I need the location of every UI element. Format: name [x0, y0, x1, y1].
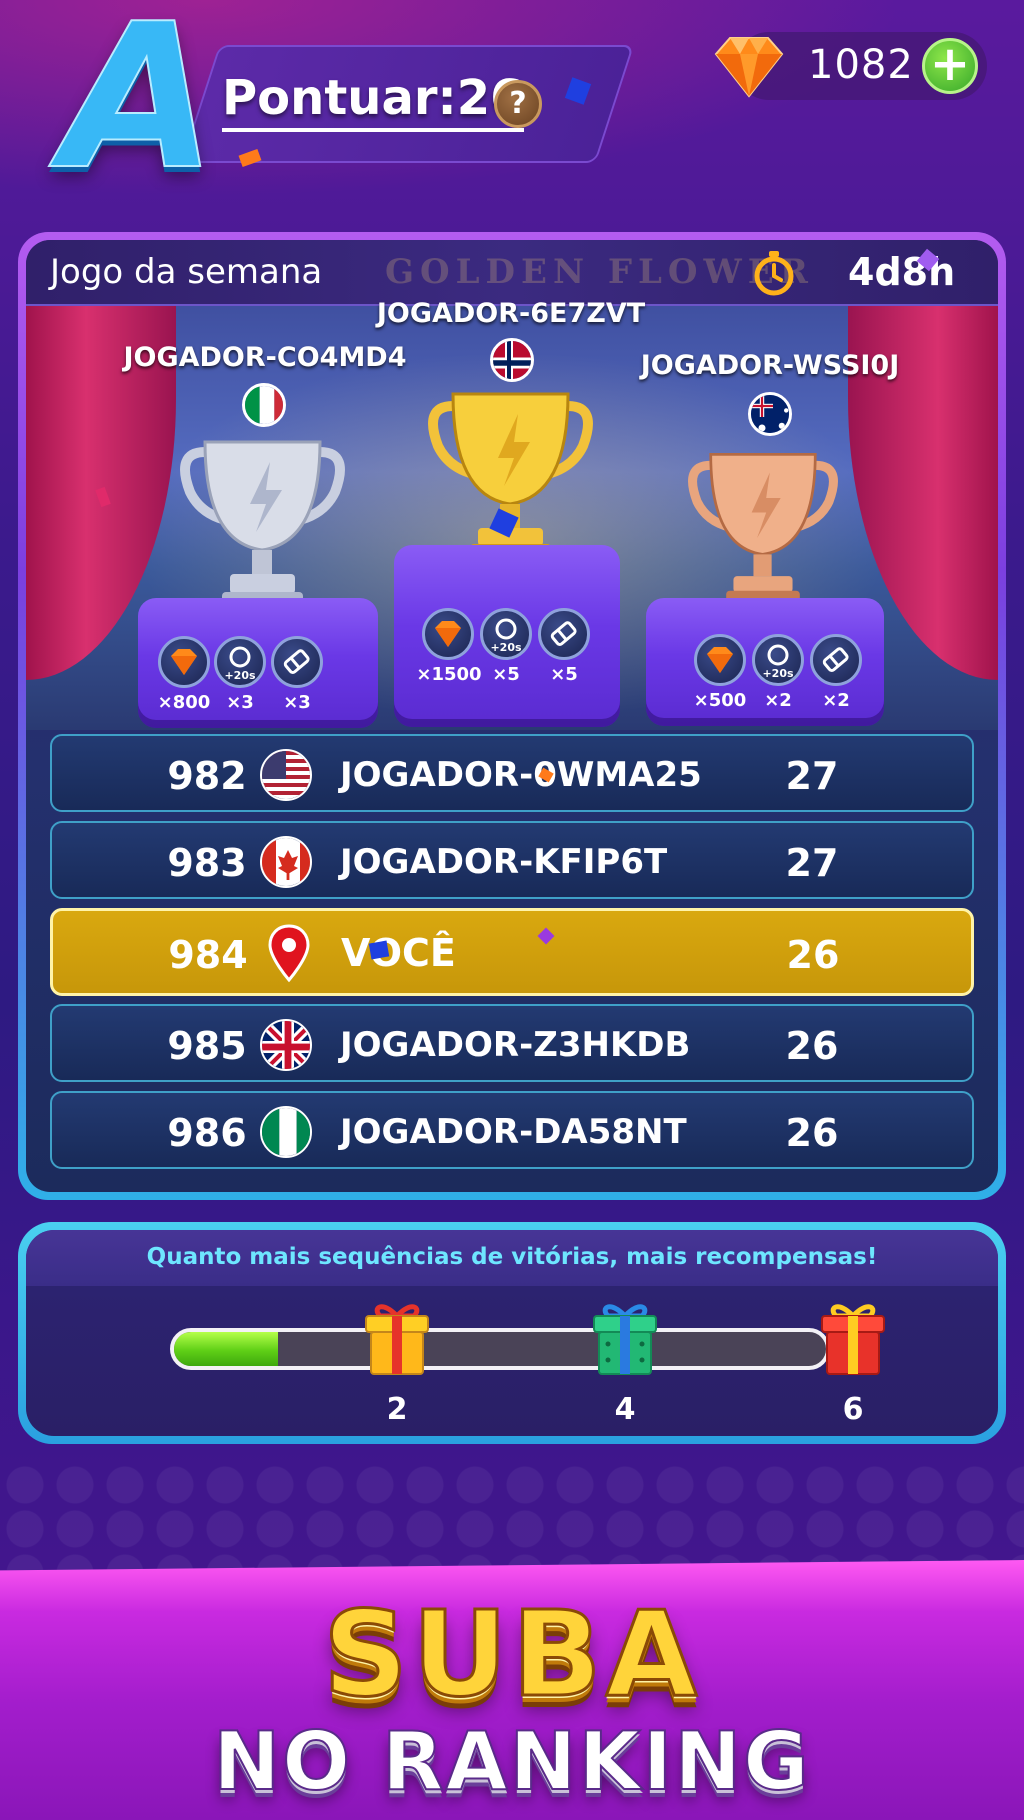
row-score: 27: [785, 841, 839, 885]
row-rank: 985: [167, 1024, 247, 1068]
italy-flag-icon: [242, 383, 286, 427]
reward-time-first: ×5: [492, 664, 520, 685]
row-score: 27: [785, 754, 839, 798]
eraser-icon: [810, 634, 862, 686]
table-row[interactable]: 982 JOGADOR-0WMA25 27: [50, 734, 974, 812]
reward-gems-second: ×800: [157, 692, 211, 713]
milestone-label: 2: [386, 1392, 408, 1427]
event-watermark: GOLDEN FLOWER: [385, 252, 814, 292]
gold-trophy-icon: [428, 392, 593, 560]
row-rank: 986: [167, 1111, 247, 1155]
reward-eraser-second: ×3: [283, 692, 311, 713]
table-row-current-user[interactable]: 984 VOCÊ 26: [50, 908, 974, 996]
nigeria-flag-icon: [260, 1106, 312, 1158]
timer-plus-20s-icon: +20s: [480, 608, 532, 660]
stopwatch-icon: [754, 251, 794, 296]
gift-green-icon[interactable]: [590, 1298, 660, 1378]
row-rank: 983: [167, 841, 247, 885]
reward-time-second: ×3: [226, 692, 254, 713]
banner-line-2: NO RANKING: [212, 1714, 811, 1809]
milestone-label: 6: [842, 1392, 864, 1427]
timer-plus-20s-icon: +20s: [214, 636, 266, 688]
gift-yellow-icon[interactable]: [362, 1298, 432, 1378]
row-rank: 982: [167, 754, 247, 798]
gem-icon: [714, 37, 784, 98]
question-icon[interactable]: ?: [494, 80, 542, 128]
reward-gems-third: ×500: [693, 690, 747, 711]
gift-red-icon[interactable]: [818, 1298, 888, 1378]
timer-bonus-label: +20s: [490, 641, 522, 654]
gem-icon: [694, 634, 746, 686]
plus-icon[interactable]: +: [922, 38, 978, 94]
row-player-name: JOGADOR-DA58NT: [340, 1112, 687, 1152]
table-row[interactable]: 983 JOGADOR-KFIP6T 27: [50, 821, 974, 899]
time-left: 4d8h: [848, 250, 956, 294]
podium-first-name: JOGADOR-6E7ZVT: [376, 298, 646, 329]
podium-third-name: JOGADOR-WSSI0J: [640, 350, 900, 381]
weekly-title: Jogo da semana: [50, 252, 323, 292]
bronze-trophy-icon: [688, 453, 838, 606]
row-player-name: JOGADOR-0WMA25: [340, 755, 702, 795]
row-player-name: JOGADOR-Z3HKDB: [340, 1025, 691, 1065]
gem-icon: [422, 608, 474, 660]
confetti: [368, 940, 390, 960]
timer-bonus-label: +20s: [762, 667, 794, 680]
score-label: Pontuar:26: [222, 70, 524, 132]
location-pin-icon: [267, 924, 311, 988]
banner-line-1: SUBA: [321, 1584, 702, 1725]
streak-progress-fill: [174, 1332, 278, 1366]
hex-pattern: [0, 1460, 1024, 1570]
streak-message: Quanto mais sequências de vitórias, mais…: [146, 1244, 878, 1270]
silver-trophy-icon: [180, 440, 345, 608]
eraser-icon: [538, 608, 590, 660]
australia-flag-icon: [748, 392, 792, 436]
uk-flag-icon: [260, 1019, 312, 1071]
table-row[interactable]: 985 JOGADOR-Z3HKDB 26: [50, 1004, 974, 1082]
timer-bonus-label: +20s: [224, 669, 256, 682]
podium-second-name: JOGADOR-CO4MD4: [123, 342, 407, 373]
table-row[interactable]: 986 JOGADOR-DA58NT 26: [50, 1091, 974, 1169]
reward-gems-first: ×1500: [416, 664, 482, 685]
gem-icon: [158, 636, 210, 688]
usa-flag-icon: [260, 749, 312, 801]
row-score: 26: [786, 933, 840, 977]
row-score: 26: [785, 1024, 839, 1068]
canada-flag-icon: [260, 836, 312, 888]
reward-eraser-third: ×2: [822, 690, 850, 711]
row-rank: 984: [168, 933, 248, 977]
row-player-name: JOGADOR-KFIP6T: [340, 842, 668, 882]
norway-flag-icon: [490, 338, 534, 382]
row-player-name: VOCÊ: [341, 931, 456, 975]
milestone-label: 4: [614, 1392, 636, 1427]
gem-count: 1082: [808, 42, 914, 88]
reward-time-third: ×2: [764, 690, 792, 711]
row-score: 26: [785, 1111, 839, 1155]
eraser-icon: [271, 636, 323, 688]
timer-plus-20s-icon: +20s: [752, 634, 804, 686]
reward-eraser-first: ×5: [550, 664, 578, 685]
